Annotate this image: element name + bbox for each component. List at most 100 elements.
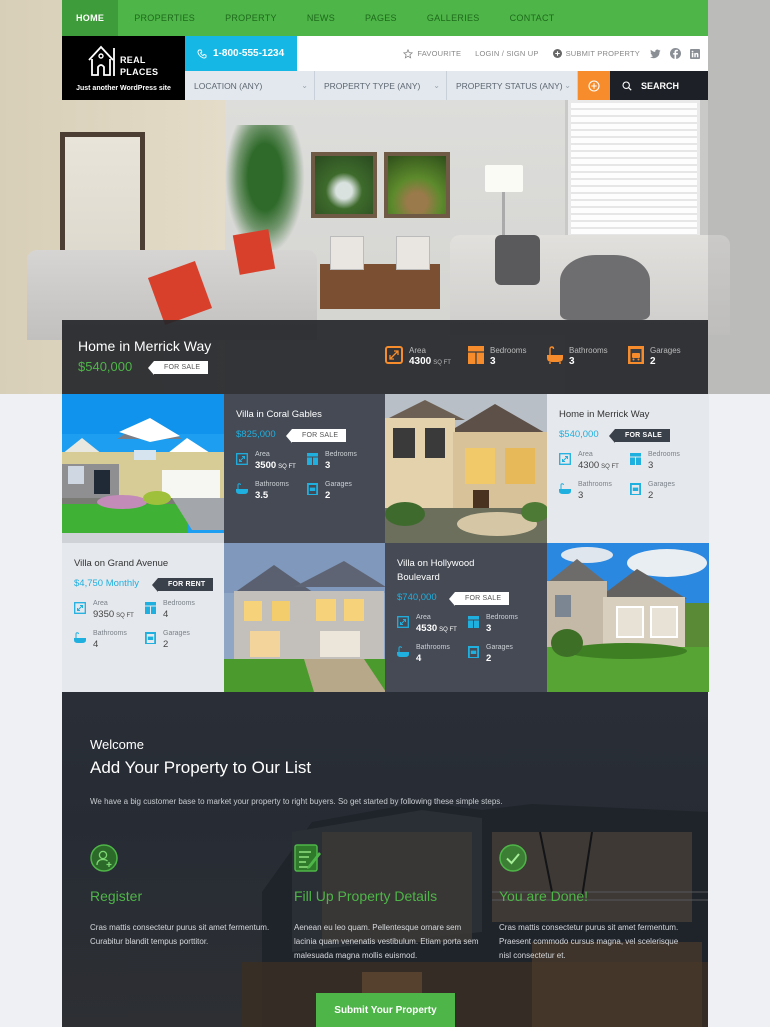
nav-contact[interactable]: Contact	[495, 0, 570, 36]
advanced-search-button[interactable]	[578, 71, 610, 100]
section-description: We have a big customer base to market yo…	[90, 797, 503, 806]
step-description: Aenean eu leo quam. Pellentesque ornare …	[294, 923, 479, 960]
twitter-icon[interactable]	[650, 49, 661, 59]
featured-garages: Garages 2	[628, 346, 681, 369]
spec-garages: Garages 2	[468, 644, 513, 665]
status-badge: For Sale	[285, 429, 347, 443]
phone-number: 1-800-555-1234	[213, 48, 285, 59]
bathtub-icon	[397, 646, 409, 657]
step-title: You are Done!	[499, 888, 588, 904]
spec-area: Area 3500 SQ FT	[236, 451, 296, 474]
property-photo-grand-avenue[interactable]	[224, 543, 386, 692]
nav-property[interactable]: Property	[210, 0, 292, 36]
spec-garages: Garages 2	[630, 481, 675, 502]
nav-properties[interactable]: Properties	[118, 0, 210, 36]
add-property-section: Welcome Add Your Property to Our List We…	[62, 692, 708, 1027]
property-photo-merrick-way[interactable]	[385, 394, 547, 543]
logo-line-2: PLACES	[120, 67, 159, 77]
nav-home[interactable]: Home	[62, 0, 119, 36]
property-card: Home in Merrick Way $540,000 For Sale Ar…	[547, 394, 709, 543]
area-icon	[559, 453, 571, 465]
search-button[interactable]: Search	[610, 71, 708, 100]
bedroom-icon	[145, 602, 156, 614]
bathtub-icon	[236, 483, 248, 494]
spec-area: Area 4530 SQ FT	[397, 614, 457, 637]
property-title[interactable]: Villa on Hollywood Boulevard	[397, 557, 517, 585]
bench	[320, 264, 440, 309]
area-icon	[397, 616, 409, 628]
spec-bedrooms: Bedrooms 3	[307, 451, 357, 472]
status-badge: For Sale	[147, 361, 209, 375]
property-photo-hollywood-boulevard[interactable]	[547, 543, 709, 692]
property-card: Villa on Grand Avenue $4,750 Monthly For…	[62, 543, 224, 692]
status-badge: For Sale	[609, 429, 670, 443]
featured-property-title[interactable]: Home in Merrick Way	[78, 338, 211, 354]
property-title[interactable]: Villa in Coral Gables	[236, 408, 322, 422]
nav-pages[interactable]: Pages	[350, 0, 412, 36]
favourite-link[interactable]: Favourite	[403, 48, 461, 59]
step-title: Register	[90, 888, 143, 904]
property-card: Villa on Hollywood Boulevard $740,000 Fo…	[385, 543, 547, 692]
bedroom-icon	[307, 453, 318, 465]
bathtub-icon	[559, 483, 571, 494]
garage-icon	[307, 483, 318, 495]
bedroom-icon	[630, 453, 641, 465]
phone-link[interactable]: 1-800-555-1234	[185, 36, 297, 71]
wall-art-right	[384, 152, 450, 218]
property-card: Villa in Coral Gables $825,000 For Sale …	[224, 394, 386, 543]
site-tagline: Just another WordPress site	[76, 85, 171, 92]
submit-property-link[interactable]: Submit Property	[552, 49, 640, 58]
wall-art-left	[311, 152, 377, 218]
spec-bathrooms: Bathrooms 3	[559, 481, 612, 502]
garage-icon	[145, 632, 156, 644]
step-description: Cras mattis consectetur purus sit amet f…	[499, 923, 679, 960]
header-links: Favourite Login / Sign up Submit Propert…	[297, 36, 708, 71]
spec-area: Area 4300 SQ FT	[559, 451, 619, 474]
property-status-select[interactable]: Property Status (Any) ⌄	[447, 71, 578, 100]
section-title: Add Your Property to Our List	[90, 758, 312, 777]
status-badge: For Rent	[151, 578, 214, 592]
property-price: $825,000	[236, 429, 276, 440]
submit-your-property-button[interactable]: Submit Your Property	[316, 993, 455, 1027]
property-photo-coral-gables[interactable]	[62, 394, 224, 543]
login-signup-link[interactable]: Login / Sign up	[475, 49, 538, 58]
chevron-down-icon: ⌄	[301, 81, 308, 90]
plus-circle-icon	[552, 49, 562, 58]
spec-bedrooms: Bedrooms 4	[145, 600, 195, 621]
user-add-icon	[90, 844, 118, 872]
featured-area: Area 4300 SQ FT	[385, 346, 451, 370]
property-price: $540,000	[559, 429, 599, 440]
property-grid: Villa in Coral Gables $825,000 For Sale …	[62, 394, 709, 692]
spec-bathrooms: Bathrooms 3.5	[236, 481, 289, 502]
lamp	[485, 165, 523, 192]
area-icon	[385, 346, 403, 364]
plus-circle-icon	[588, 79, 600, 92]
linkedin-icon[interactable]	[690, 48, 700, 59]
star-icon	[403, 48, 414, 59]
location-select[interactable]: Location (Any) ⌄	[185, 71, 315, 100]
bedroom-icon	[468, 616, 479, 628]
bedroom-icon	[468, 346, 484, 364]
phone-icon	[197, 49, 207, 58]
featured-property-caption: Home in Merrick Way $540,000 For Sale Ar…	[62, 320, 708, 394]
check-circle-icon	[499, 844, 527, 872]
property-type-select[interactable]: Property Type (Any) ⌄	[315, 71, 447, 100]
logo-line-1: REAL	[120, 55, 146, 65]
nav-galleries[interactable]: Galleries	[412, 0, 495, 36]
bathtub-icon	[547, 346, 563, 364]
section-eyebrow: Welcome	[90, 737, 144, 752]
search-icon	[622, 80, 632, 91]
building-background	[242, 802, 708, 1027]
property-title[interactable]: Villa on Grand Avenue	[74, 557, 168, 571]
spec-area: Area 9350 SQ FT	[74, 600, 134, 623]
site-logo[interactable]: REAL PLACES Just another WordPress site	[62, 36, 185, 100]
chevron-down-icon: ⌄	[433, 81, 440, 90]
featured-property-price: $540,000	[78, 359, 133, 374]
garage-icon	[628, 346, 644, 364]
facebook-icon[interactable]	[670, 48, 681, 59]
property-price: $740,000	[397, 592, 437, 603]
nav-news[interactable]: News	[292, 0, 350, 36]
property-title[interactable]: Home in Merrick Way	[559, 408, 649, 422]
spec-garages: Garages 2	[145, 630, 190, 651]
garage-icon	[468, 646, 479, 658]
